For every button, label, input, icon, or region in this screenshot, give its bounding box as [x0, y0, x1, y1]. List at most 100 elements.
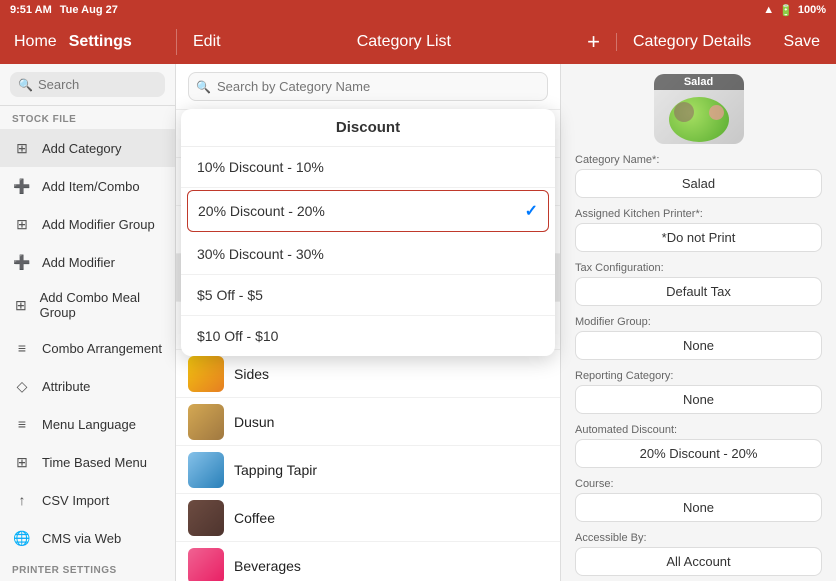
sidebar-item-label: Add Modifier — [42, 255, 115, 270]
discount-dropdown: Discount 10% Discount - 10% 20% Discount… — [181, 109, 555, 356]
category-name-field-group: Category Name*: Salad — [575, 154, 822, 198]
category-name-dusun: Dusun — [234, 414, 548, 430]
discount-label-10: 10% Discount - 10% — [197, 159, 324, 175]
category-name-tapping-tapir: Tapping Tapir — [234, 462, 548, 478]
discount-label-10off: $10 Off - $10 — [197, 328, 278, 344]
settings-button[interactable]: Settings — [69, 33, 132, 51]
discount-item-5off[interactable]: $5 Off - $5 — [181, 275, 555, 316]
sidebar-item-label: Combo Arrangement — [42, 341, 162, 356]
category-name-sides: Sides — [234, 366, 548, 382]
discount-label-5off: $5 Off - $5 — [197, 287, 263, 303]
tax-config-value[interactable]: Default Tax — [575, 277, 822, 306]
details-panel: Salad Category Name*: Salad Assigned Kit… — [561, 64, 836, 581]
category-search-icon: 🔍 — [196, 80, 211, 94]
main-header: Home Settings Edit Category List + Categ… — [0, 20, 836, 64]
sidebar-item-add-modifier[interactable]: ➕ Add Modifier — [0, 243, 175, 281]
attribute-icon: ◇ — [12, 376, 32, 396]
main-layout: 🔍 STOCK FILE ⊞ Add Category ➕ Add Item/C… — [0, 64, 836, 581]
accessible-by-label: Accessible By: — [575, 532, 822, 544]
category-item-coffee[interactable]: Coffee — [176, 494, 560, 542]
category-thumb-dusun — [188, 404, 224, 440]
category-name-value[interactable]: Salad — [575, 169, 822, 198]
sidebar-item-attribute[interactable]: ◇ Attribute — [0, 367, 175, 405]
battery-icon: 🔋 — [779, 4, 793, 17]
category-name-beverages: Beverages — [234, 558, 548, 574]
menu-language-icon: ≡ — [12, 414, 32, 434]
add-button[interactable]: + — [587, 29, 600, 55]
sidebar-item-time-based-menu[interactable]: ⊞ Time Based Menu — [0, 443, 175, 481]
combo-arrangement-icon: ≡ — [12, 338, 32, 358]
discount-item-20[interactable]: 20% Discount - 20% ✓ — [187, 190, 549, 232]
sidebar-item-add-combo-meal-group[interactable]: ⊞ Add Combo Meal Group — [0, 281, 175, 329]
kitchen-printer-label: Assigned Kitchen Printer*: — [575, 208, 822, 220]
accessible-by-field-group: Accessible By: All Account — [575, 532, 822, 576]
automated-discount-field-group: Automated Discount: 20% Discount - 20% — [575, 424, 822, 468]
category-name-coffee: Coffee — [234, 510, 548, 526]
sidebar-search-input[interactable] — [10, 72, 165, 97]
accessible-by-value[interactable]: All Account — [575, 547, 822, 576]
sidebar-item-combo-arrangement[interactable]: ≡ Combo Arrangement — [0, 329, 175, 367]
course-field-group: Course: None — [575, 478, 822, 522]
sidebar-item-add-modifier-group[interactable]: ⊞ Add Modifier Group — [0, 205, 175, 243]
sidebar: 🔍 STOCK FILE ⊞ Add Category ➕ Add Item/C… — [0, 64, 176, 581]
wifi-icon: ▲ — [763, 4, 774, 16]
sidebar-item-label: Time Based Menu — [42, 455, 147, 470]
edit-button[interactable]: Edit — [193, 33, 221, 51]
stock-file-label: STOCK FILE — [0, 106, 175, 129]
category-thumb-coffee — [188, 500, 224, 536]
automated-discount-value[interactable]: 20% Discount - 20% — [575, 439, 822, 468]
sidebar-search-area: 🔍 — [0, 64, 175, 106]
discount-title: Discount — [181, 109, 555, 147]
discount-item-30[interactable]: 30% Discount - 30% — [181, 234, 555, 275]
kitchen-printer-value[interactable]: *Do not Print — [575, 223, 822, 252]
salad-card: Salad — [654, 74, 744, 144]
reporting-category-value[interactable]: None — [575, 385, 822, 414]
home-button[interactable]: Home — [14, 33, 57, 51]
sidebar-item-label: CMS via Web — [42, 531, 121, 546]
reporting-category-label: Reporting Category: — [575, 370, 822, 382]
sidebar-item-label: Add Modifier Group — [42, 217, 155, 232]
sidebar-item-cms-via-web[interactable]: 🌐 CMS via Web — [0, 519, 175, 557]
details-image-area[interactable]: Salad — [575, 74, 822, 144]
discount-item-10[interactable]: 10% Discount - 10% — [181, 147, 555, 188]
category-thumb-sides — [188, 356, 224, 392]
csv-import-icon: ↑ — [12, 490, 32, 510]
sidebar-item-label: Add Item/Combo — [42, 179, 140, 194]
salad-card-label: Salad — [654, 74, 744, 90]
reporting-category-field-group: Reporting Category: None — [575, 370, 822, 414]
category-item-beverages[interactable]: Beverages — [176, 542, 560, 581]
modifier-group-value[interactable]: None — [575, 331, 822, 360]
discount-item-10off[interactable]: $10 Off - $10 — [181, 316, 555, 356]
status-time: 9:51 AM — [10, 4, 52, 16]
sidebar-search-icon: 🔍 — [18, 78, 33, 92]
status-date: Tue Aug 27 — [60, 4, 118, 16]
add-modifier-icon: ➕ — [12, 252, 32, 272]
sidebar-item-label: Menu Language — [42, 417, 136, 432]
sidebar-item-menu-language[interactable]: ≡ Menu Language — [0, 405, 175, 443]
category-details-title: Category Details — [633, 33, 751, 51]
sidebar-item-csv-import[interactable]: ↑ CSV Import — [0, 481, 175, 519]
sidebar-item-add-item-combo[interactable]: ➕ Add Item/Combo — [0, 167, 175, 205]
category-search-input[interactable] — [188, 72, 548, 101]
kitchen-printer-field-group: Assigned Kitchen Printer*: *Do not Print — [575, 208, 822, 252]
discount-label-20: 20% Discount - 20% — [198, 203, 325, 219]
add-item-combo-icon: ➕ — [12, 176, 32, 196]
printer-settings-label: PRINTER SETTINGS — [0, 557, 175, 580]
category-thumb-beverages — [188, 548, 224, 581]
category-item-tapping-tapir[interactable]: Tapping Tapir — [176, 446, 560, 494]
discount-label-30: 30% Discount - 30% — [197, 246, 324, 262]
sidebar-item-label: Add Category — [42, 141, 122, 156]
category-item-dusun[interactable]: Dusun — [176, 398, 560, 446]
automated-discount-label: Automated Discount: — [575, 424, 822, 436]
course-label: Course: — [575, 478, 822, 490]
course-value[interactable]: None — [575, 493, 822, 522]
sidebar-item-add-category[interactable]: ⊞ Add Category — [0, 129, 175, 167]
sidebar-item-label: Add Combo Meal Group — [40, 290, 163, 320]
status-bar: 9:51 AM Tue Aug 27 ▲ 🔋 100% — [0, 0, 836, 20]
sidebar-item-label: CSV Import — [42, 493, 109, 508]
category-item-sides[interactable]: Sides — [176, 350, 560, 398]
category-search-area: 🔍 — [176, 64, 560, 110]
save-button[interactable]: Save — [784, 33, 820, 51]
tax-config-field-group: Tax Configuration: Default Tax — [575, 262, 822, 306]
tax-config-label: Tax Configuration: — [575, 262, 822, 274]
